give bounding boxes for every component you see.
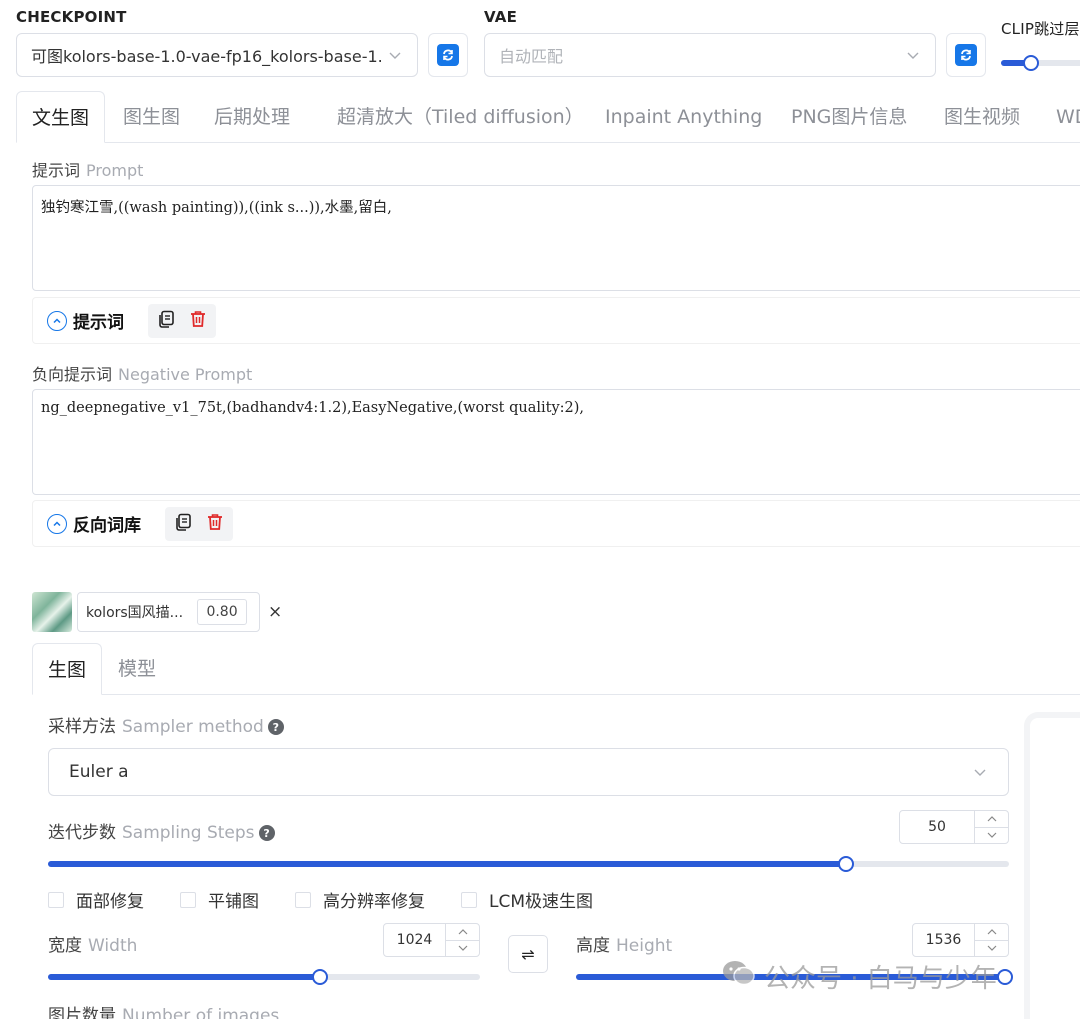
vae-refresh-button[interactable] — [946, 33, 986, 77]
swap-dimensions-button[interactable]: ⇌ — [508, 935, 548, 973]
help-icon[interactable]: ? — [258, 825, 275, 841]
steps-slider[interactable] — [48, 856, 1009, 872]
chevron-up-icon — [47, 310, 67, 331]
checkpoint-select[interactable]: 可图kolors-base-1.0-vae-fp16_kolors-base-1… — [16, 33, 418, 77]
trash-icon[interactable] — [205, 512, 225, 536]
prompt-input[interactable]: 独钓寒江雪,((wash painting)),((ink s...)),水墨,… — [32, 185, 1080, 291]
prompt-toolbar: 提示词 — [32, 297, 1080, 344]
steps-label: 迭代步数 Sampling Steps? — [48, 818, 275, 843]
lora-name: kolors国风描... — [86, 605, 184, 621]
subtab-generate[interactable]: 生图 — [32, 643, 103, 695]
height-value: 1536 — [925, 932, 962, 948]
sub-tabs — [32, 643, 1080, 695]
stepper-down-icon[interactable] — [446, 941, 479, 957]
lora-weight-input[interactable]: 0.80 — [197, 599, 248, 625]
lora-remove-icon[interactable]: × — [268, 602, 282, 622]
checkpoint-refresh-button[interactable] — [428, 33, 468, 77]
stepper-up-icon[interactable] — [975, 811, 1008, 828]
width-input[interactable]: 1024 — [383, 923, 480, 957]
trash-icon[interactable] — [188, 309, 208, 333]
steps-stepper[interactable] — [974, 811, 1008, 843]
sampler-select[interactable]: Euler a — [48, 748, 1009, 796]
width-slider[interactable] — [48, 969, 480, 985]
copy-icon[interactable] — [173, 512, 193, 536]
chevron-down-icon — [387, 47, 403, 63]
height-slider-thumb[interactable] — [996, 969, 1013, 985]
options-checkboxes: 面部修复 平铺图 高分辨率修复 LCM极速生图 — [48, 887, 629, 912]
negative-toolbar: 反向词库 — [32, 500, 1080, 547]
preview-panel — [1024, 712, 1080, 1019]
lora-thumbnail — [32, 592, 72, 632]
wechat-icon — [722, 959, 756, 994]
steps-slider-fill — [48, 861, 846, 867]
watermark: 公众号 · 白马与少年 — [722, 958, 997, 995]
stepper-down-icon[interactable] — [975, 828, 1008, 844]
help-icon[interactable]: ? — [267, 719, 284, 735]
tab-inpaint-anything[interactable]: Inpaint Anything — [605, 91, 762, 143]
prompt-label: 提示词 Prompt — [32, 161, 144, 180]
steps-value: 50 — [928, 819, 946, 835]
vae-select[interactable]: 自动匹配 — [484, 33, 936, 77]
height-label: 高度 Height — [576, 936, 673, 956]
negative-prompt-input[interactable]: ng_deepnegative_v1_75t,(badhandv4:1.2),E… — [32, 389, 1080, 495]
steps-slider-thumb[interactable] — [837, 856, 854, 872]
tab-img2img[interactable]: 图生图 — [123, 91, 180, 143]
prompt-tool-group — [148, 303, 216, 338]
checkpoint-label: CHECKPOINT — [16, 8, 127, 26]
refresh-icon — [955, 44, 977, 66]
chevron-down-icon — [905, 47, 921, 63]
tab-img2video[interactable]: 图生视频 — [944, 91, 1020, 143]
width-slider-fill — [48, 974, 321, 980]
checkbox-face-restore[interactable]: 面部修复 — [48, 887, 144, 912]
tab-extras[interactable]: 后期处理 — [214, 91, 290, 143]
stepper-down-icon[interactable] — [975, 941, 1008, 957]
sampler-label: 采样方法 Sampler method? — [48, 712, 284, 737]
negative-collapse-toggle[interactable]: 反向词库 — [47, 511, 141, 536]
tab-wd[interactable]: WD — [1056, 91, 1080, 143]
stepper-up-icon[interactable] — [446, 924, 479, 941]
chevron-up-icon — [47, 513, 67, 534]
tab-png-info[interactable]: PNG图片信息 — [791, 91, 907, 143]
vae-placeholder: 自动匹配 — [499, 47, 564, 66]
width-slider-thumb[interactable] — [312, 969, 329, 985]
height-input[interactable]: 1536 — [912, 923, 1009, 957]
width-stepper[interactable] — [445, 924, 479, 956]
stepper-up-icon[interactable] — [975, 924, 1008, 941]
width-value: 1024 — [396, 932, 433, 948]
lora-chip[interactable]: kolors国风描... 0.80 — [77, 592, 260, 632]
height-stepper[interactable] — [974, 924, 1008, 956]
checkbox-tiling[interactable]: 平铺图 — [180, 887, 259, 912]
vae-label: VAE — [484, 8, 518, 26]
clip-skip-thumb[interactable] — [1023, 55, 1039, 71]
prompt-collapse-toggle[interactable]: 提示词 — [47, 308, 124, 333]
checkbox-hires-fix[interactable]: 高分辨率修复 — [295, 887, 425, 912]
copy-icon[interactable] — [156, 309, 176, 333]
sampler-value: Euler a — [69, 762, 129, 782]
refresh-icon — [437, 44, 459, 66]
tab-txt2img[interactable]: 文生图 — [16, 91, 106, 143]
subtab-model[interactable]: 模型 — [118, 643, 156, 695]
images-count-label: 图片数量 Number of images — [48, 1006, 280, 1019]
checkbox-lcm[interactable]: LCM极速生图 — [461, 887, 593, 912]
negative-tool-group — [165, 506, 233, 541]
tab-tiled-diffusion[interactable]: 超清放大（Tiled diffusion） — [337, 91, 584, 143]
negative-prompt-label: 负向提示词 Negative Prompt — [32, 365, 253, 384]
clip-skip-slider[interactable] — [1001, 55, 1080, 71]
clip-skip-label: CLIP跳过层 — [1001, 20, 1080, 38]
checkpoint-value: 可图kolors-base-1.0-vae-fp16_kolors-base-1… — [31, 47, 383, 66]
steps-input[interactable]: 50 — [899, 810, 1009, 844]
chevron-down-icon — [972, 764, 988, 780]
width-label: 宽度 Width — [48, 936, 138, 956]
